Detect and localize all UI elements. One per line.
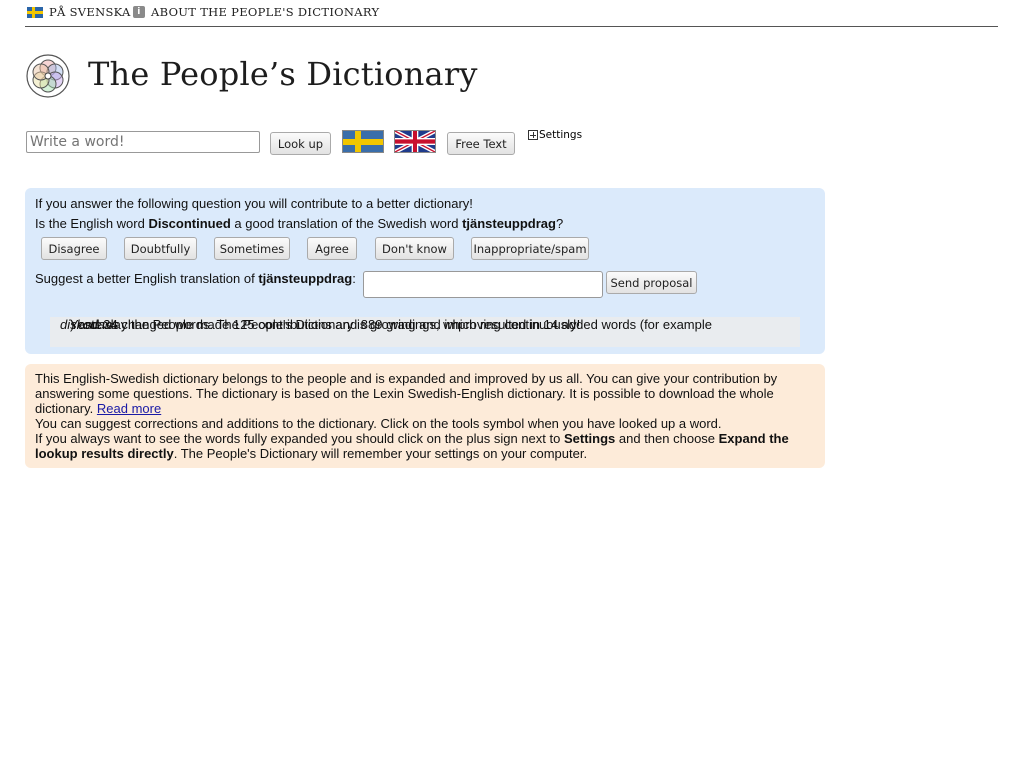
grade-agree-button[interactable]: Agree: [307, 237, 357, 260]
page-title: The People’s Dictionary: [88, 55, 478, 93]
grade-disagree-button[interactable]: Disagree: [41, 237, 107, 260]
info-text: This English-Swedish dictionary belongs …: [35, 371, 789, 461]
grade-doubtfully-button[interactable]: Doubtfully: [124, 237, 197, 260]
question-text: Is the English word Discontinued a good …: [35, 216, 564, 231]
free-text-button[interactable]: Free Text: [447, 132, 515, 155]
english-word: Discontinued: [148, 216, 231, 231]
grade-dont-know-button[interactable]: Don't know: [375, 237, 454, 260]
suggestion-input[interactable]: [363, 271, 603, 298]
settings-toggle[interactable]: Settings: [528, 129, 582, 141]
search-input[interactable]: [26, 131, 260, 153]
about-link[interactable]: i ABOUT THE PEOPLE'S DICTIONARY: [133, 5, 379, 19]
top-nav: PÅ SVENSKA i ABOUT THE PEOPLE'S DICTIONA…: [25, 0, 998, 27]
swedish-flag-button[interactable]: [342, 130, 384, 153]
stats-box: Yesterday the People made 125 contributi…: [50, 317, 800, 347]
grade-sometimes-button[interactable]: Sometimes: [214, 237, 290, 260]
info-panel: This English-Swedish dictionary belongs …: [25, 364, 825, 468]
swedish-language-link[interactable]: PÅ SVENSKA: [27, 5, 131, 19]
swedish-flag-icon: [27, 6, 43, 18]
about-link-label: ABOUT THE PEOPLE'S DICTIONARY: [151, 5, 380, 19]
plus-icon: [528, 130, 538, 140]
swedish-link-label: PÅ SVENSKA: [49, 5, 131, 19]
uk-flag-button[interactable]: [394, 130, 436, 153]
suggest-label: Suggest a better English translation of …: [35, 271, 356, 286]
read-more-link[interactable]: Read more: [97, 401, 161, 416]
settings-label: Settings: [539, 129, 583, 141]
stats-text: Yesterday the People made 125 contributi…: [60, 317, 712, 332]
look-up-button[interactable]: Look up: [270, 132, 331, 155]
question-panel: If you answer the following question you…: [25, 188, 825, 354]
send-proposal-button[interactable]: Send proposal: [606, 271, 697, 294]
flower-logo-icon: [26, 54, 70, 98]
info-icon: i: [133, 6, 145, 18]
grade-inappropriate-button[interactable]: Inappropriate/spam: [471, 237, 589, 260]
question-intro: If you answer the following question you…: [35, 196, 473, 211]
swedish-word: tjänsteuppdrag: [462, 216, 556, 231]
